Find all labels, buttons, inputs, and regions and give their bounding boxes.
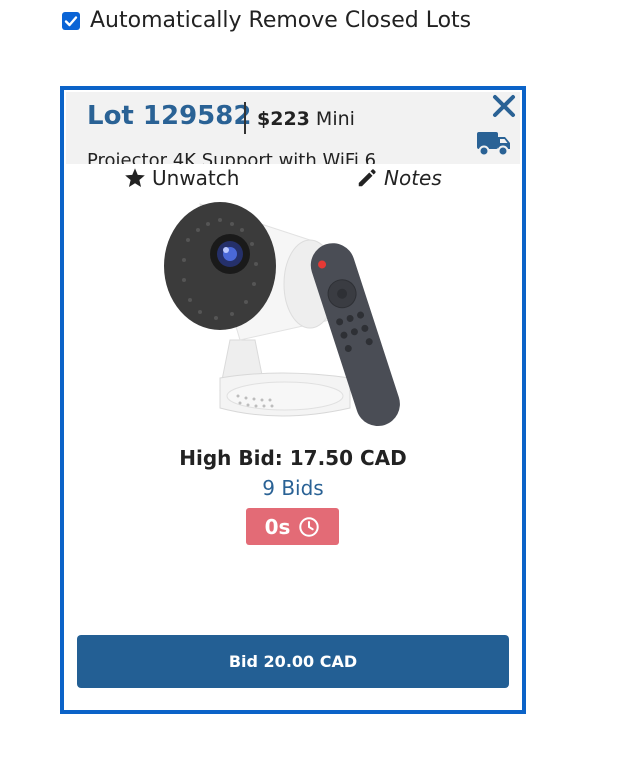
bid-button[interactable]: Bid 20.00 CAD (77, 635, 509, 688)
unwatch-label: Unwatch (152, 166, 240, 190)
notes-label: Notes (384, 166, 442, 190)
auto-remove-label: Automatically Remove Closed Lots (90, 8, 472, 33)
lot-price: $223 Mini (257, 108, 355, 130)
checkmark-icon (64, 15, 78, 26)
product-image[interactable] (160, 200, 430, 436)
bid-count-link[interactable]: 9 Bids (64, 476, 522, 500)
auto-remove-checkbox[interactable] (62, 11, 80, 30)
pencil-icon (358, 169, 376, 187)
unwatch-button[interactable]: Unwatch (124, 166, 239, 190)
lot-card-header: Lot 129582 $223 Mini Projector 4K Suppor… (66, 92, 520, 164)
lot-price-suffix: Mini (309, 108, 355, 130)
lot-title[interactable]: Projector 4K Support with WiFi 6 (87, 150, 376, 164)
lot-card: Lot 129582 $223 Mini Projector 4K Suppor… (60, 86, 526, 714)
clock-icon (299, 516, 320, 537)
lot-price-value: $223 (257, 108, 310, 130)
high-bid: High Bid: 17.50 CAD (179, 446, 407, 470)
notes-button[interactable]: Notes (356, 166, 442, 190)
timer-badge: 0s (246, 508, 339, 545)
close-icon[interactable] (490, 92, 518, 120)
bid-button-label: Bid 20.00 CAD (228, 652, 358, 671)
header-divider (244, 102, 246, 134)
auto-remove-option[interactable]: Automatically Remove Closed Lots (62, 8, 471, 33)
lot-number[interactable]: Lot 129582 (87, 101, 251, 131)
truck-icon (477, 132, 510, 157)
lot-actions: Unwatch Notes (64, 166, 522, 194)
time-remaining: 0s (264, 514, 291, 539)
star-icon (125, 168, 145, 187)
